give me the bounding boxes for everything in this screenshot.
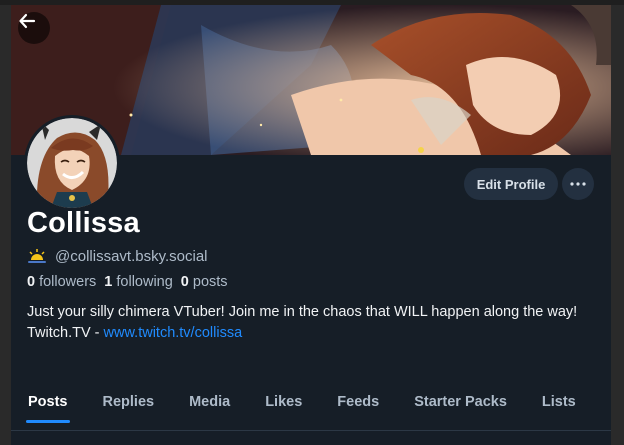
more-options-button[interactable] — [562, 168, 594, 200]
followers-count: 0 — [27, 274, 36, 290]
handle-row: @collissavt.bsky.social — [27, 246, 208, 266]
tab-lists[interactable]: Lists — [542, 388, 576, 410]
following-count: 1 — [104, 274, 113, 290]
avatar-image — [27, 118, 117, 208]
following-stat[interactable]: 1 following — [104, 274, 173, 290]
tab-label: Feeds — [337, 394, 380, 410]
followers-label: followers — [39, 274, 97, 290]
posts-label: posts — [192, 274, 228, 290]
tab-likes[interactable]: Likes — [265, 388, 302, 410]
sunrise-icon — [28, 249, 46, 263]
bio-text: Just your silly chimera VTuber! Join me … — [27, 304, 578, 320]
tab-starter-packs[interactable]: Starter Packs — [414, 388, 507, 410]
tab-posts[interactable]: Posts — [26, 388, 70, 423]
bio-link-line: Twitch.TV - www.twitch.tv/collissa — [27, 323, 602, 344]
tab-label: Starter Packs — [414, 394, 507, 410]
profile-stats: 0 followers 1 following 0 posts — [27, 274, 228, 290]
arrow-left-icon — [19, 13, 36, 29]
avatar[interactable] — [24, 115, 120, 211]
tab-label: Posts — [28, 394, 68, 410]
ellipsis-icon — [570, 182, 586, 186]
profile-bio: Just your silly chimera VTuber! Join me … — [27, 302, 602, 344]
tab-replies[interactable]: Replies — [103, 388, 155, 410]
following-label: following — [116, 274, 173, 290]
browser-window: Edit Profile Collissa @collissavt.bsky.s… — [0, 0, 624, 445]
tab-label: Lists — [541, 394, 576, 410]
bio-link-prefix: Twitch.TV - — [27, 325, 104, 341]
scrollbar[interactable] — [612, 5, 624, 445]
profile-panel: Edit Profile Collissa @collissavt.bsky.s… — [11, 5, 611, 445]
tab-label: Media — [189, 394, 231, 410]
followers-stat[interactable]: 0 followers — [27, 274, 96, 290]
posts-stat: 0 posts — [181, 274, 228, 290]
tab-media[interactable]: Media — [189, 388, 230, 410]
posts-count: 0 — [180, 274, 189, 290]
back-button[interactable] — [18, 12, 50, 44]
tab-feeds[interactable]: Feeds — [337, 388, 379, 410]
active-tab-indicator — [26, 420, 70, 423]
twitch-link[interactable]: www.twitch.tv/collissa — [104, 325, 243, 341]
tab-label: Replies — [102, 394, 155, 410]
edit-profile-button[interactable]: Edit Profile — [464, 168, 558, 200]
handle[interactable]: @collissavt.bsky.social — [55, 248, 208, 265]
tabs-divider — [11, 430, 611, 431]
tab-label: Likes — [265, 394, 303, 410]
profile-tabs: Posts Replies Media Likes Feeds Starter … — [11, 388, 611, 428]
display-name: Collissa — [27, 207, 140, 239]
